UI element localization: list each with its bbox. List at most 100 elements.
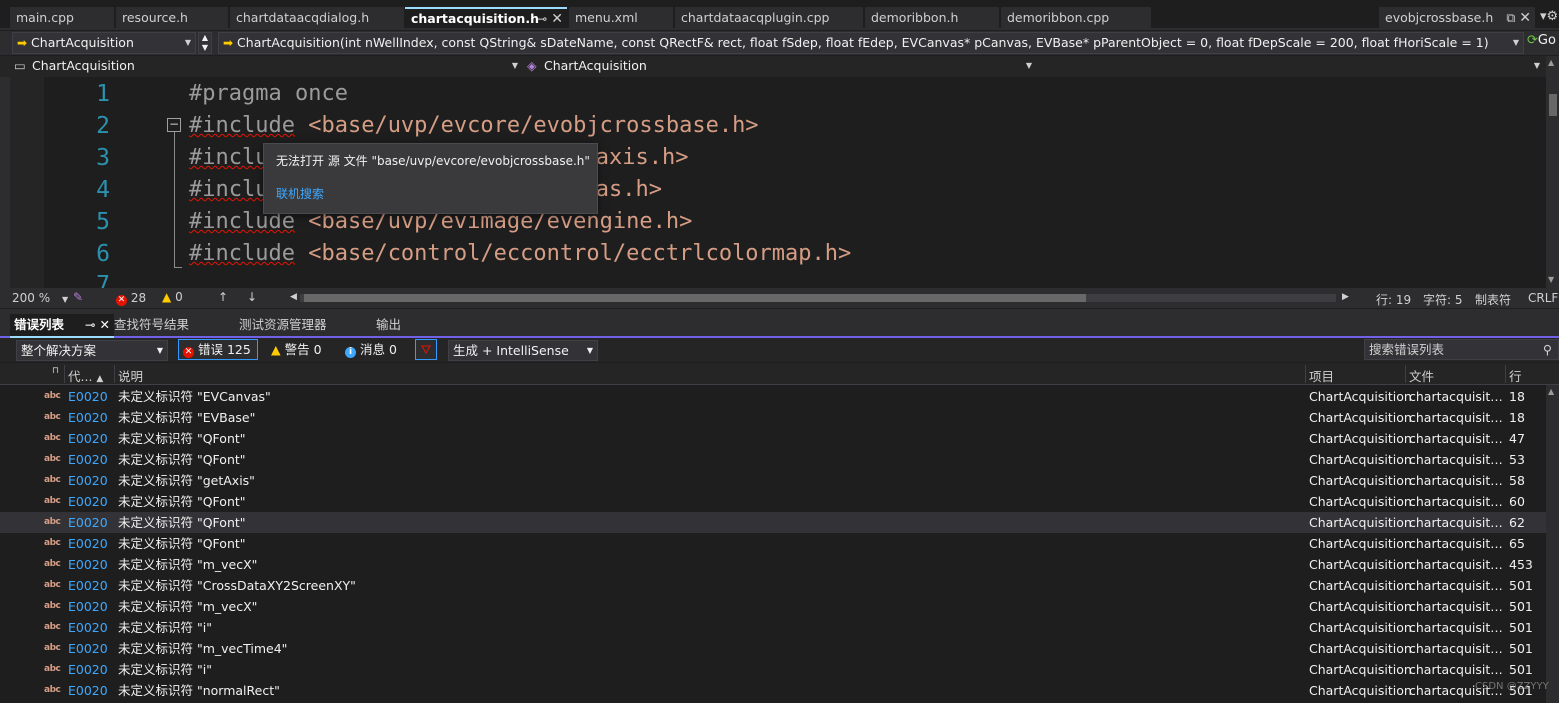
table-row[interactable]: abc E0020 未定义标识符 "QFont" ChartAcquisition ch… bbox=[0, 491, 1546, 512]
scroll-stepper[interactable]: ▲ ▼ bbox=[198, 32, 212, 54]
error-code-link[interactable]: E0020 bbox=[68, 470, 108, 491]
intellisense-error-icon: abc bbox=[44, 580, 61, 590]
error-count[interactable]: ✕ 28 bbox=[116, 291, 146, 306]
scroll-up-icon[interactable]: ▲ bbox=[1548, 387, 1554, 396]
close-icon[interactable]: ✕ bbox=[1519, 10, 1531, 26]
error-code-link[interactable]: E0020 bbox=[68, 512, 108, 533]
errors-toggle-button[interactable]: ✕ 错误 125 bbox=[178, 339, 258, 360]
table-row[interactable]: abc E0020 未定义标识符 "QFont" ChartAcquisition ch… bbox=[0, 512, 1546, 533]
online-search-link[interactable]: 联机搜索 bbox=[276, 185, 324, 202]
indent-mode[interactable]: 制表符 bbox=[1475, 291, 1511, 308]
error-code-link[interactable]: E0020 bbox=[68, 554, 108, 575]
tab-chartdataacqdialog-h[interactable]: chartdataacqdialog.h bbox=[230, 7, 404, 28]
brush-icon[interactable]: ✎ bbox=[73, 290, 83, 304]
table-row[interactable]: abc E0020 未定义标识符 "getAxis" ChartAcquisition… bbox=[0, 470, 1546, 491]
tab-output[interactable]: 输出 bbox=[372, 314, 405, 336]
error-code-link[interactable]: E0020 bbox=[68, 491, 108, 512]
tab-chartacquisition-h[interactable]: chartacquisition.h ⊸ ✕ bbox=[405, 7, 567, 28]
column-description[interactable]: 说明 bbox=[118, 366, 143, 385]
table-row[interactable]: abc E0020 未定义标识符 "m_vecX" ChartAcquisition c… bbox=[0, 596, 1546, 617]
column-file[interactable]: 文件 bbox=[1409, 366, 1434, 385]
pin-icon[interactable]: ⊸ bbox=[85, 317, 95, 332]
error-code-link[interactable]: E0020 bbox=[68, 407, 108, 428]
scroll-right-icon[interactable]: ▶ bbox=[1342, 292, 1349, 302]
tab-resource-h[interactable]: resource.h bbox=[116, 7, 228, 28]
symbol-combo[interactable]: ◈ ChartAcquisition ▼ bbox=[524, 57, 1036, 76]
error-code-link[interactable]: E0020 bbox=[68, 575, 108, 596]
error-list-scrollbar[interactable]: ▲ bbox=[1546, 385, 1559, 703]
tab-demoribbon-h[interactable]: demoribbon.h bbox=[865, 7, 999, 28]
tab-demoribbon-cpp[interactable]: demoribbon.cpp bbox=[1001, 7, 1151, 28]
member-combo[interactable]: ➡ ChartAcquisition(int nWellIndex, const… bbox=[218, 32, 1524, 54]
tab-label: 输出 bbox=[376, 317, 402, 332]
editor-horizontal-thumb[interactable] bbox=[304, 294, 1086, 302]
error-code-link[interactable]: E0020 bbox=[68, 659, 108, 680]
intellisense-error-icon: abc bbox=[44, 475, 61, 485]
error-description: 未定义标识符 "CrossDataXY2ScreenXY" bbox=[118, 578, 356, 593]
error-code-link[interactable]: E0020 bbox=[68, 428, 108, 449]
table-row[interactable]: abc E0020 未定义标识符 "m_vecTime4" ChartAcquisit… bbox=[0, 638, 1546, 659]
scope-filter-combo[interactable]: 整个解决方案 ▼ bbox=[16, 340, 168, 361]
warnings-toggle-button[interactable]: ▲ 警告 0 bbox=[266, 339, 332, 360]
error-code-link[interactable]: E0020 bbox=[68, 449, 108, 470]
error-code-link[interactable]: E0020 bbox=[68, 533, 108, 554]
table-row[interactable]: abc E0020 未定义标识符 "CrossDataXY2ScreenXY" Cha… bbox=[0, 575, 1546, 596]
tab-test-explorer[interactable]: 测试资源管理器 bbox=[235, 314, 331, 336]
chevron-down-icon: ▼ bbox=[184, 38, 191, 47]
close-icon[interactable]: ✕ bbox=[551, 11, 563, 27]
arrow-down-icon[interactable]: ↓ bbox=[247, 290, 257, 304]
table-row[interactable]: abc E0020 未定义标识符 "m_vecX" ChartAcquisition c… bbox=[0, 554, 1546, 575]
tab-menu-xml[interactable]: menu.xml bbox=[569, 7, 673, 28]
warning-count[interactable]: ▲ 0 bbox=[162, 290, 183, 304]
table-row[interactable]: abc E0020 未定义标识符 "EVCanvas" ChartAcquisitio… bbox=[0, 386, 1546, 407]
go-button[interactable]: ⟳Go bbox=[1527, 33, 1556, 48]
editor-vertical-scrollbar[interactable]: ▲ ▼ bbox=[1546, 56, 1559, 288]
tab-evobjcrossbase-h[interactable]: evobjcrossbase.h ⧉ ✕ bbox=[1379, 7, 1535, 28]
tab-chartdataacqplugin-cpp[interactable]: chartdataacqplugin.cpp bbox=[675, 7, 863, 28]
column-project[interactable]: 项目 bbox=[1309, 366, 1334, 385]
column-code[interactable]: 代... ▲ bbox=[68, 366, 103, 385]
error-project: ChartAcquisition bbox=[1309, 578, 1412, 593]
column-line[interactable]: 行 bbox=[1509, 366, 1522, 385]
tab-overflow-icon[interactable]: ▾⚙ bbox=[1540, 9, 1558, 24]
tab-find-symbol-results[interactable]: 查找符号结果 bbox=[110, 314, 193, 336]
error-code-link[interactable]: E0020 bbox=[68, 596, 108, 617]
filter-icon[interactable]: ⛛ bbox=[415, 339, 437, 360]
pin-icon[interactable]: ⊸ bbox=[537, 11, 547, 26]
scroll-left-icon[interactable]: ◀ bbox=[290, 292, 297, 302]
search-error-list-input[interactable]: 搜索错误列表 ⚲ bbox=[1364, 339, 1559, 360]
error-code-link[interactable]: E0020 bbox=[68, 386, 108, 407]
table-row[interactable]: abc E0020 未定义标识符 "QFont" ChartAcquisition ch… bbox=[0, 533, 1546, 554]
zoom-combo[interactable]: 200 % ▼ bbox=[12, 291, 68, 305]
tab-error-list[interactable]: 错误列表 ⊸ ✕ bbox=[10, 314, 114, 338]
error-code-link[interactable]: E0020 bbox=[68, 638, 108, 659]
table-row[interactable]: abc E0020 未定义标识符 "EVBase" ChartAcquisition c… bbox=[0, 407, 1546, 428]
editor-scroll-thumb[interactable] bbox=[1549, 94, 1557, 116]
table-row[interactable]: abc E0020 未定义标识符 "QFont" ChartAcquisition ch… bbox=[0, 428, 1546, 449]
messages-toggle-button[interactable]: i 消息 0 bbox=[340, 339, 406, 360]
error-code-link[interactable]: E0020 bbox=[68, 617, 108, 638]
cursor-char: 字符: 5 bbox=[1423, 293, 1463, 307]
table-row[interactable]: abc E0020 未定义标识符 "i" ChartAcquisition charta… bbox=[0, 659, 1546, 680]
table-row[interactable]: abc E0020 未定义标识符 "i" ChartAcquisition charta… bbox=[0, 617, 1546, 638]
tab-label: demoribbon.h bbox=[871, 10, 959, 25]
pin-column-icon: ⊓ bbox=[52, 366, 60, 376]
project-combo[interactable]: ➡ ChartAcquisition ▼ bbox=[12, 32, 196, 54]
tab-main-cpp[interactable]: main.cpp bbox=[10, 7, 114, 28]
error-code-link[interactable]: E0020 bbox=[68, 680, 108, 701]
table-row[interactable]: abc E0020 未定义标识符 "QFont" ChartAcquisition ch… bbox=[0, 449, 1546, 470]
line-ending[interactable]: CRLF bbox=[1528, 291, 1558, 305]
scroll-up-icon[interactable]: ▲ bbox=[1548, 58, 1554, 67]
line-number: 5 bbox=[96, 209, 110, 235]
close-icon[interactable]: ✕ bbox=[100, 317, 110, 332]
source-filter-combo[interactable]: 生成 + IntelliSense ▼ bbox=[448, 340, 598, 361]
code-line-2: #include <base/uvp/evcore/evobjcrossbase… bbox=[189, 113, 759, 138]
pin-icon[interactable]: ⧉ bbox=[1506, 10, 1515, 25]
scroll-down-icon[interactable]: ▼ bbox=[1548, 275, 1554, 284]
tab-label: chartdataacqplugin.cpp bbox=[681, 10, 830, 25]
arrow-up-icon[interactable]: ↑ bbox=[218, 290, 228, 304]
member-scope-combo[interactable]: ▼ bbox=[1038, 57, 1544, 76]
collapse-icon[interactable]: − bbox=[167, 118, 181, 132]
scope-combo[interactable]: ▭ ChartAcquisition ▼ bbox=[12, 57, 522, 76]
table-row[interactable]: abc E0020 未定义标识符 "normalRect" ChartAcquisit… bbox=[0, 680, 1546, 701]
